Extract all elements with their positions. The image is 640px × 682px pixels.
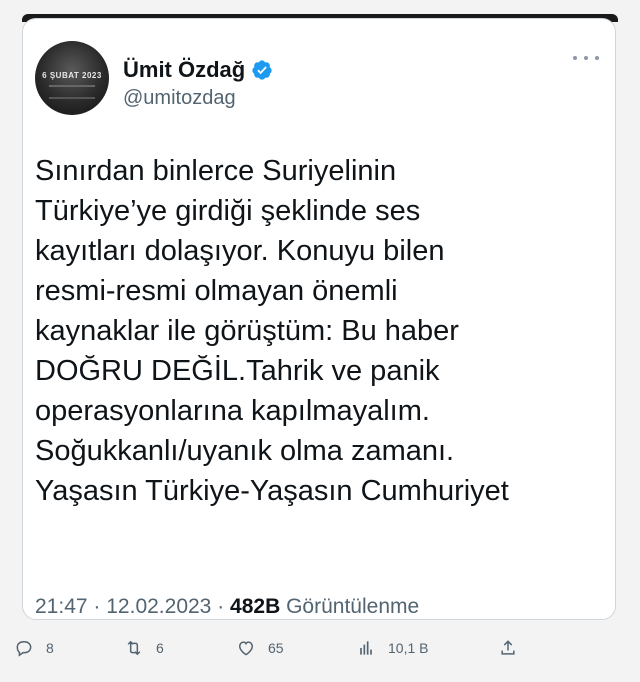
reply-icon <box>16 641 32 657</box>
reply-count: 8 <box>46 640 54 656</box>
retweet-button[interactable]: 6 <box>124 638 164 658</box>
tweet-header: 6 ŞUBAT 2023 Ümit Özdağ @umitozdag <box>35 41 605 117</box>
retweet-icon <box>127 640 141 656</box>
avatar-decoration <box>49 85 95 99</box>
tweet-actions: 8 6 65 10,1 B <box>0 628 640 672</box>
views-count: 482B <box>230 595 281 618</box>
like-count: 65 <box>268 640 284 656</box>
share-button[interactable] <box>498 638 518 658</box>
avatar[interactable]: 6 ŞUBAT 2023 <box>35 41 109 115</box>
verified-badge-icon <box>251 59 273 81</box>
tweet-text: Sınırdan binlerce Suriyelinin Türkiye’ye… <box>35 155 509 507</box>
share-icon <box>501 640 515 655</box>
reply-button[interactable]: 8 <box>14 638 54 658</box>
views-label: Görüntülenme <box>286 595 420 618</box>
tweet-time[interactable]: 21:47 <box>35 595 88 618</box>
more-options-icon[interactable] <box>573 53 599 63</box>
meta-separator-2: · <box>217 595 225 618</box>
tweet-meta: 21:47 · 12.02.2023 · 482B Görüntülenme <box>35 595 419 619</box>
retweet-count: 6 <box>156 640 164 656</box>
author-display-name[interactable]: Ümit Özdağ <box>123 57 245 83</box>
author-handle[interactable]: @umitozdag <box>123 87 236 110</box>
author-name-row: Ümit Özdağ <box>123 57 273 83</box>
tweet-card: 6 ŞUBAT 2023 Ümit Özdağ @umitozdag Sınır… <box>22 18 616 620</box>
analytics-count: 10,1 B <box>388 640 429 656</box>
like-button[interactable]: 65 <box>236 638 284 658</box>
avatar-caption: 6 ŞUBAT 2023 <box>42 71 102 80</box>
analytics-button[interactable]: 10,1 B <box>356 638 428 658</box>
analytics-icon <box>360 641 372 655</box>
meta-separator: · <box>93 595 101 618</box>
tweet-date[interactable]: 12.02.2023 <box>106 595 211 618</box>
heart-icon <box>238 641 254 656</box>
